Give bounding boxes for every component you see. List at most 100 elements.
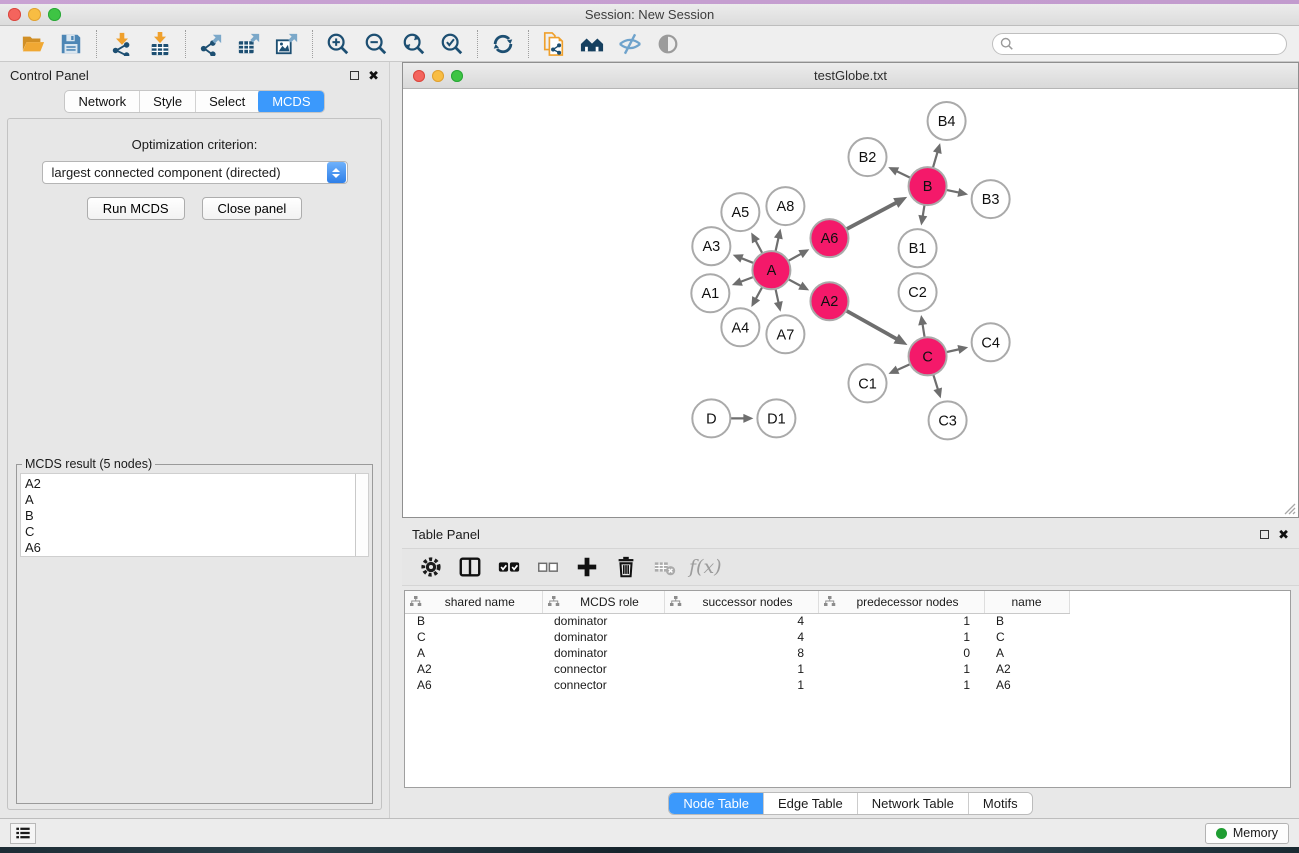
mcds-result-item[interactable]: A bbox=[25, 492, 355, 508]
table-cell[interactable]: C bbox=[984, 629, 1069, 645]
refresh-icon[interactable] bbox=[487, 30, 519, 58]
select-all-icon[interactable] bbox=[494, 552, 524, 582]
zoom-fit-icon[interactable] bbox=[398, 30, 430, 58]
table-cell[interactable]: 1 bbox=[818, 677, 984, 693]
table-panel: Table Panel ✖ f(x) shared nameMCDS roles… bbox=[402, 518, 1299, 818]
header-filler bbox=[1069, 591, 1093, 613]
close-panel-icon[interactable]: ✖ bbox=[368, 69, 379, 82]
table-cell[interactable]: dominator bbox=[542, 613, 664, 629]
column-header-MCDS-role[interactable]: MCDS role bbox=[542, 591, 664, 613]
table-cell[interactable]: A6 bbox=[984, 677, 1069, 693]
table-cell[interactable]: A2 bbox=[405, 661, 542, 677]
import-network-icon[interactable] bbox=[106, 30, 138, 58]
mcds-list-scrollbar[interactable] bbox=[355, 474, 368, 556]
criterion-select[interactable]: largest connected component (directed) bbox=[42, 161, 348, 184]
mcds-result-item[interactable]: A2 bbox=[25, 476, 355, 492]
node-table[interactable]: shared name MCDS rolesuccessor nodesprede… bbox=[405, 591, 1093, 693]
zoom-out-icon[interactable] bbox=[360, 30, 392, 58]
table-row[interactable]: Cdominator41C bbox=[405, 629, 1093, 645]
list-icon bbox=[14, 825, 32, 841]
open-session-icon[interactable] bbox=[17, 30, 49, 58]
table-cell[interactable]: 0 bbox=[818, 645, 984, 661]
float-panel-icon[interactable] bbox=[350, 71, 359, 80]
table-cell[interactable]: B bbox=[405, 613, 542, 629]
graph-node-label: C3 bbox=[938, 413, 957, 429]
close-table-panel-icon[interactable]: ✖ bbox=[1278, 528, 1289, 541]
table-cell[interactable]: dominator bbox=[542, 629, 664, 645]
criterion-label: Optimization criterion: bbox=[8, 137, 381, 152]
table-cell[interactable]: dominator bbox=[542, 645, 664, 661]
tab-network-table[interactable]: Network Table bbox=[858, 793, 969, 814]
column-header-successor-nodes[interactable]: successor nodes bbox=[664, 591, 818, 613]
column-label: shared name bbox=[422, 595, 538, 609]
tab-select[interactable]: Select bbox=[196, 91, 259, 112]
zoom-in-icon[interactable] bbox=[322, 30, 354, 58]
mcds-result-item[interactable]: A6 bbox=[25, 540, 355, 556]
table-row[interactable]: Adominator80A bbox=[405, 645, 1093, 661]
table-cell[interactable]: 1 bbox=[818, 629, 984, 645]
deselect-all-icon[interactable] bbox=[533, 552, 563, 582]
graph-arrowhead bbox=[918, 315, 927, 326]
tab-network[interactable]: Network bbox=[65, 91, 140, 112]
mcds-result-item[interactable]: C bbox=[25, 524, 355, 540]
export-image-icon[interactable] bbox=[271, 30, 303, 58]
table-row[interactable]: A6connector11A6 bbox=[405, 677, 1093, 693]
run-mcds-button[interactable]: Run MCDS bbox=[87, 197, 185, 220]
export-table-icon[interactable] bbox=[233, 30, 265, 58]
table-cell[interactable]: B bbox=[984, 613, 1069, 629]
clipboard-network-icon[interactable] bbox=[538, 30, 570, 58]
gear-icon[interactable] bbox=[416, 552, 446, 582]
import-table-icon[interactable] bbox=[144, 30, 176, 58]
tab-node-table[interactable]: Node Table bbox=[669, 793, 764, 814]
mcds-result-item[interactable]: B bbox=[25, 508, 355, 524]
delete-column-icon[interactable] bbox=[611, 552, 641, 582]
tab-mcds[interactable]: MCDS bbox=[258, 90, 324, 113]
network-graph[interactable]: AA1A2A3A4A5A6A7A8BB1B2B3B4CC1C2C3C4DD1 bbox=[403, 89, 1298, 517]
graph-node-label: D bbox=[706, 411, 716, 427]
table-cell[interactable]: A bbox=[984, 645, 1069, 661]
table-cell[interactable]: A bbox=[405, 645, 542, 661]
column-header-predecessor-nodes[interactable]: predecessor nodes bbox=[818, 591, 984, 613]
table-row[interactable]: A2connector11A2 bbox=[405, 661, 1093, 677]
table-cell[interactable]: 8 bbox=[664, 645, 818, 661]
column-label: name bbox=[989, 595, 1065, 609]
tab-style[interactable]: Style bbox=[140, 91, 196, 112]
network-canvas[interactable]: AA1A2A3A4A5A6A7A8BB1B2B3B4CC1C2C3C4DD1 bbox=[403, 89, 1298, 517]
mcds-result-list[interactable]: A2ABCA6 bbox=[20, 473, 369, 557]
show-graphics-icon[interactable] bbox=[652, 30, 684, 58]
float-table-panel-icon[interactable] bbox=[1260, 530, 1269, 539]
table-cell[interactable]: 4 bbox=[664, 629, 818, 645]
table-cell[interactable]: connector bbox=[542, 661, 664, 677]
table-cell[interactable]: C bbox=[405, 629, 542, 645]
search-input[interactable] bbox=[992, 33, 1287, 55]
search-container bbox=[992, 33, 1287, 55]
table-cell[interactable]: 1 bbox=[818, 661, 984, 677]
resize-grip-icon[interactable] bbox=[1282, 501, 1296, 515]
add-column-icon[interactable] bbox=[572, 552, 602, 582]
close-panel-button[interactable]: Close panel bbox=[202, 197, 303, 220]
memory-button[interactable]: Memory bbox=[1205, 823, 1289, 844]
zoom-selected-icon[interactable] bbox=[436, 30, 468, 58]
right-workspace: testGlobe.txt AA1A2A3A4A5A6A7A8BB1B2B3B4… bbox=[390, 62, 1299, 818]
memory-status-icon bbox=[1216, 828, 1227, 839]
tab-motifs[interactable]: Motifs bbox=[969, 793, 1032, 814]
tab-edge-table[interactable]: Edge Table bbox=[764, 793, 858, 814]
table-cell[interactable]: 1 bbox=[664, 677, 818, 693]
save-session-icon[interactable] bbox=[55, 30, 87, 58]
table-row[interactable]: Bdominator41B bbox=[405, 613, 1093, 629]
column-header-name[interactable]: name bbox=[984, 591, 1069, 613]
table-cell[interactable]: 1 bbox=[664, 661, 818, 677]
table-cell[interactable]: 4 bbox=[664, 613, 818, 629]
status-bar: Memory bbox=[0, 818, 1299, 847]
table-cell[interactable]: A6 bbox=[405, 677, 542, 693]
home-view-icon[interactable] bbox=[576, 30, 608, 58]
hide-graphics-icon[interactable] bbox=[614, 30, 646, 58]
export-network-icon[interactable] bbox=[195, 30, 227, 58]
table-cell[interactable]: A2 bbox=[984, 661, 1069, 677]
split-table-icon[interactable] bbox=[455, 552, 485, 582]
graph-arrowhead bbox=[957, 188, 968, 197]
column-header-shared-name[interactable]: shared name bbox=[405, 591, 542, 613]
task-history-button[interactable] bbox=[10, 823, 36, 844]
table-cell[interactable]: connector bbox=[542, 677, 664, 693]
table-cell[interactable]: 1 bbox=[818, 613, 984, 629]
